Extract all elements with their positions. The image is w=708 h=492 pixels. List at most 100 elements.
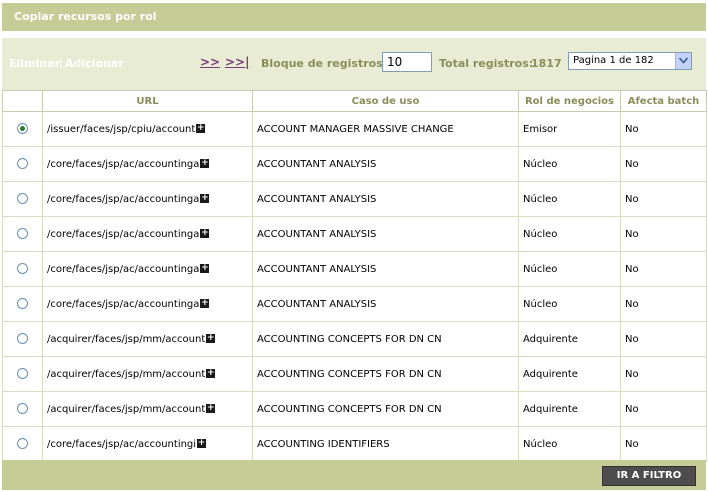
table-row[interactable]: /core/faces/jsp/ac/accountinga + ACCOUNTAN… (2, 286, 707, 322)
batch-cell: No (620, 356, 707, 392)
page-select-value: Pagina 1 de 182 (573, 55, 654, 66)
url-cell: /acquirer/faces/jsp/mm/account + (42, 391, 253, 427)
row-select-cell (2, 321, 43, 357)
role-cell: Adquirente (518, 321, 621, 357)
plus-icon[interactable]: + (200, 264, 210, 273)
row-radio[interactable] (17, 333, 28, 345)
url-text: /acquirer/faces/jsp/mm/account (47, 403, 206, 415)
role-cell: Núcleo (518, 426, 621, 462)
url-cell: /acquirer/faces/jsp/mm/account + (42, 356, 253, 392)
col-batch-header[interactable]: Afecta batch (620, 90, 707, 112)
use-case-cell: ACCOUNTING CONCEPTS FOR DN CN (252, 356, 519, 392)
table-row[interactable]: /core/faces/jsp/ac/accountinga + ACCOUNTAN… (2, 146, 707, 182)
row-select-cell (2, 216, 43, 252)
table-row[interactable]: /issuer/faces/jsp/cpiu/account + ACCOUNT M… (2, 111, 707, 147)
row-select-cell (2, 181, 43, 217)
plus-icon[interactable]: + (200, 194, 210, 203)
url-cell: /core/faces/jsp/ac/accountinga + (42, 181, 253, 217)
batch-cell: No (620, 391, 707, 427)
plus-icon[interactable]: + (200, 159, 210, 168)
role-cell: Núcleo (518, 251, 621, 287)
table-row[interactable]: /core/faces/jsp/ac/accountingi + ACCOUNTIN… (2, 426, 707, 462)
toolbar-separator: | (59, 56, 63, 69)
use-case-cell: ACCOUNTING IDENTIFIERS (252, 426, 519, 462)
role-cell: Núcleo (518, 146, 621, 182)
use-case-cell: ACCOUNT MANAGER MASSIVE CHANGE (252, 111, 519, 147)
table-row[interactable]: /core/faces/jsp/ac/accountinga + ACCOUNTAN… (2, 216, 707, 252)
table-row[interactable]: /core/faces/jsp/ac/accountinga + ACCOUNTAN… (2, 251, 707, 287)
row-radio[interactable] (17, 368, 28, 380)
use-case-cell: ACCOUNTANT ANALYSIS (252, 181, 519, 217)
col-role-header[interactable]: Rol de negocios (518, 90, 621, 112)
plus-icon[interactable]: + (200, 229, 210, 238)
url-cell: /issuer/faces/jsp/cpiu/account + (42, 111, 253, 147)
role-cell: Núcleo (518, 181, 621, 217)
url-text: /core/faces/jsp/ac/accountingi (47, 438, 197, 450)
url-text: /core/faces/jsp/ac/accountinga (47, 193, 200, 205)
plus-icon[interactable]: + (200, 299, 210, 308)
window: Copiar recursos por rol Eliminar | Adici… (2, 0, 707, 490)
batch-cell: No (620, 181, 707, 217)
url-cell: /core/faces/jsp/ac/accountinga + (42, 251, 253, 287)
row-radio[interactable] (17, 123, 28, 135)
row-select-cell (2, 286, 43, 322)
row-select-cell (2, 146, 43, 182)
row-radio[interactable] (17, 228, 28, 240)
batch-cell: No (620, 286, 707, 322)
delete-button[interactable]: Eliminar (9, 57, 60, 70)
url-text: /core/faces/jsp/ac/accountinga (47, 263, 200, 275)
row-select-cell (2, 391, 43, 427)
use-case-cell: ACCOUNTANT ANALYSIS (252, 251, 519, 287)
batch-cell: No (620, 216, 707, 252)
col-url-header[interactable]: URL (42, 90, 253, 112)
url-text: /core/faces/jsp/ac/accountinga (47, 298, 200, 310)
block-size-input[interactable] (382, 52, 432, 72)
toolbar: Eliminar | Adicionar >> >>| Bloque de re… (2, 38, 706, 90)
row-select-cell (2, 356, 43, 392)
total-records-value: 1817 (531, 57, 562, 70)
last-page-link[interactable]: >>| (225, 55, 250, 69)
role-cell: Adquirente (518, 391, 621, 427)
col-use-case-header[interactable]: Caso de uso (252, 90, 519, 112)
go-to-filter-button[interactable]: IR A FILTRO (602, 466, 696, 486)
use-case-cell: ACCOUNTING CONCEPTS FOR DN CN (252, 321, 519, 357)
url-text: /acquirer/faces/jsp/mm/account (47, 333, 206, 345)
use-case-cell: ACCOUNTANT ANALYSIS (252, 286, 519, 322)
next-page-link[interactable]: >> (200, 55, 220, 69)
role-cell: Núcleo (518, 216, 621, 252)
col-select-header (2, 90, 43, 112)
add-button[interactable]: Adicionar (65, 57, 124, 70)
page-title: Copiar recursos por rol (2, 3, 706, 31)
url-cell: /core/faces/jsp/ac/accountinga + (42, 286, 253, 322)
table-row[interactable]: /acquirer/faces/jsp/mm/account + ACCOUNTIN… (2, 321, 707, 357)
row-select-cell (2, 426, 43, 462)
plus-icon[interactable]: + (196, 124, 206, 133)
chevron-down-icon[interactable] (675, 53, 691, 69)
row-radio[interactable] (17, 263, 28, 275)
records-table: URL Caso de uso Rol de negocios Afecta b… (2, 90, 707, 462)
table-row[interactable]: /acquirer/faces/jsp/mm/account + ACCOUNTIN… (2, 391, 707, 427)
batch-cell: No (620, 426, 707, 462)
row-select-cell (2, 251, 43, 287)
row-radio[interactable] (17, 158, 28, 170)
use-case-cell: ACCOUNTING CONCEPTS FOR DN CN (252, 391, 519, 427)
batch-cell: No (620, 146, 707, 182)
row-radio[interactable] (17, 298, 28, 310)
table-row[interactable]: /core/faces/jsp/ac/accountinga + ACCOUNTAN… (2, 181, 707, 217)
plus-icon[interactable]: + (197, 439, 207, 448)
url-cell: /core/faces/jsp/ac/accountingi + (42, 426, 253, 462)
url-cell: /acquirer/faces/jsp/mm/account + (42, 321, 253, 357)
plus-icon[interactable]: + (206, 369, 216, 378)
use-case-cell: ACCOUNTANT ANALYSIS (252, 216, 519, 252)
table-row[interactable]: /acquirer/faces/jsp/mm/account + ACCOUNTIN… (2, 356, 707, 392)
plus-icon[interactable]: + (206, 404, 216, 413)
plus-icon[interactable]: + (206, 334, 216, 343)
page-select[interactable]: Pagina 1 de 182 (568, 52, 692, 70)
row-radio[interactable] (17, 193, 28, 205)
row-select-cell (2, 111, 43, 147)
role-cell: Emisor (518, 111, 621, 147)
batch-cell: No (620, 251, 707, 287)
url-cell: /core/faces/jsp/ac/accountinga + (42, 216, 253, 252)
row-radio[interactable] (17, 438, 28, 450)
row-radio[interactable] (17, 403, 28, 415)
